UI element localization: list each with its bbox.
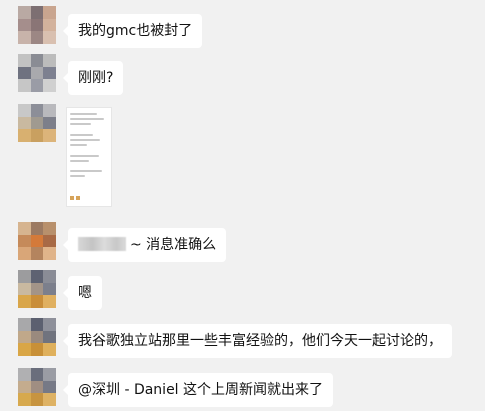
avatar-mosaic-tile: [18, 393, 31, 406]
message-text: ~ 消息准确么: [130, 237, 217, 253]
avatar-mosaic-tile: [43, 66, 56, 80]
message-bubble[interactable]: 刚刚?: [62, 61, 124, 95]
avatar-mosaic-tile: [18, 282, 31, 296]
avatar-mosaic-tile: [18, 222, 31, 235]
avatar-mosaic-tile: [30, 18, 44, 32]
avatar-mosaic-tile: [18, 270, 31, 283]
avatar-mosaic-tile: [43, 104, 56, 117]
message-bubble[interactable]: 我谷歌独立站那里一些丰富经验的，他们今天一起讨论的，: [63, 324, 452, 358]
avatar-mosaic-tile: [30, 270, 44, 283]
avatar-mosaic-tile: [18, 380, 31, 394]
avatar-mosaic-tile: [18, 6, 31, 19]
avatar[interactable]: [18, 54, 56, 92]
avatar-mosaic-tile: [18, 330, 31, 344]
avatar-mosaic-tile: [43, 270, 56, 283]
avatar-mosaic-tile: [18, 79, 31, 92]
avatar-mosaic-tile: [30, 393, 44, 406]
avatar-mosaic-tile: [43, 234, 56, 248]
avatar-mosaic-tile: [43, 116, 56, 130]
avatar-mosaic-tile: [18, 18, 31, 32]
avatar-mosaic-tile: [30, 54, 44, 67]
avatar-mosaic-tile: [18, 234, 31, 248]
avatar[interactable]: [18, 104, 56, 142]
avatar-mosaic-tile: [30, 234, 44, 248]
avatar-mosaic-tile: [30, 222, 44, 235]
avatar-mosaic-tile: [43, 282, 56, 296]
avatar-mosaic-tile: [18, 116, 31, 130]
avatar-mosaic-tile: [43, 368, 56, 381]
avatar-mosaic-tile: [43, 393, 56, 406]
avatar-mosaic-tile: [18, 318, 31, 331]
avatar-mosaic-tile: [43, 222, 56, 235]
avatar-mosaic-tile: [43, 330, 56, 344]
message-bubble[interactable]: @深圳 - Daniel 这个上周新闻就出来了: [62, 373, 334, 407]
message-text: @深圳 - Daniel 这个上周新闻就出来了: [78, 382, 324, 398]
avatar-mosaic-tile: [43, 380, 56, 394]
avatar-mosaic-tile: [30, 368, 44, 381]
avatar-mosaic-tile: [30, 79, 44, 92]
avatar-mosaic-tile: [18, 368, 31, 381]
message-text: 我的gmc也被封了: [78, 23, 193, 39]
avatar-mosaic-tile: [43, 247, 56, 260]
image-message[interactable]: [66, 107, 112, 207]
blurred-name: [78, 237, 126, 251]
message-text: 刚刚?: [78, 70, 114, 86]
avatar-mosaic-tile: [30, 104, 44, 117]
avatar[interactable]: [18, 6, 56, 44]
avatar-mosaic-tile: [18, 129, 31, 142]
avatar-mosaic-tile: [18, 54, 31, 67]
avatar-mosaic-tile: [43, 129, 56, 142]
avatar-mosaic-tile: [30, 116, 44, 130]
avatar-mosaic-tile: [43, 18, 56, 32]
avatar[interactable]: [18, 368, 56, 406]
avatar-mosaic-tile: [30, 66, 44, 80]
avatar-mosaic-tile: [30, 380, 44, 394]
avatar-mosaic-tile: [18, 247, 31, 260]
chat-window: 我的gmc也被封了 刚刚? ~ 消息准确么 嗯 我谷歌独立站那里一些丰富经验的，…: [0, 0, 485, 411]
avatar-mosaic-tile: [30, 31, 44, 44]
avatar-mosaic-tile: [18, 66, 31, 80]
avatar-mosaic-tile: [43, 343, 56, 356]
avatar[interactable]: [18, 270, 56, 308]
avatar[interactable]: [18, 222, 56, 260]
avatar-mosaic-tile: [18, 31, 31, 44]
message-bubble[interactable]: ~ 消息准确么: [62, 228, 227, 262]
avatar-mosaic-tile: [43, 31, 56, 44]
avatar-mosaic-tile: [43, 54, 56, 67]
avatar-mosaic-tile: [18, 295, 31, 308]
message-bubble[interactable]: 嗯: [63, 276, 102, 310]
avatar-mosaic-tile: [43, 6, 56, 19]
avatar-mosaic-tile: [30, 295, 44, 308]
avatar-mosaic-tile: [30, 282, 44, 296]
avatar-mosaic-tile: [30, 247, 44, 260]
avatar-mosaic-tile: [30, 343, 44, 356]
message-bubble[interactable]: 我的gmc也被封了: [62, 14, 203, 48]
message-text: 嗯: [78, 285, 92, 301]
avatar-mosaic-tile: [30, 330, 44, 344]
message-text: 我谷歌独立站那里一些丰富经验的，他们今天一起讨论的，: [78, 333, 442, 349]
avatar-mosaic-tile: [30, 318, 44, 331]
avatar-mosaic-tile: [30, 129, 44, 142]
avatar-mosaic-tile: [43, 318, 56, 331]
avatar-mosaic-tile: [18, 343, 31, 356]
avatar-mosaic-tile: [43, 79, 56, 92]
avatar[interactable]: [18, 318, 56, 356]
avatar-mosaic-tile: [30, 6, 44, 19]
avatar-mosaic-tile: [43, 295, 56, 308]
avatar-mosaic-tile: [18, 104, 31, 117]
